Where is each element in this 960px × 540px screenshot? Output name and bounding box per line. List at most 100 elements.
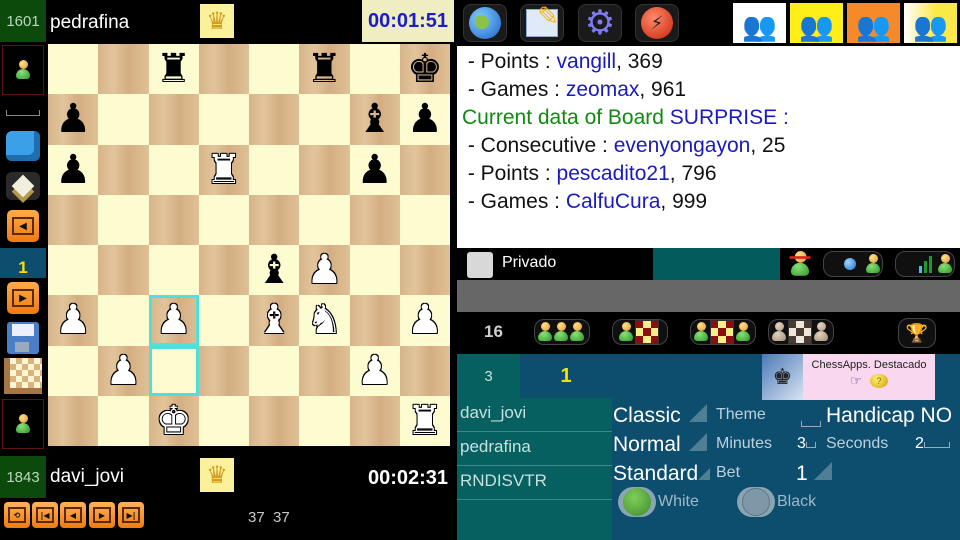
globe-button[interactable] (463, 4, 507, 42)
square-a6[interactable]: ♟ (48, 144, 99, 195)
settings-button[interactable]: ⚙ (578, 4, 622, 42)
square-e8[interactable] (249, 44, 300, 95)
square-g3[interactable] (349, 295, 400, 346)
square-d2[interactable] (198, 345, 249, 396)
square-b5[interactable] (98, 194, 149, 245)
white-king-icon[interactable]: ♚ (156, 401, 192, 441)
square-d3[interactable] (198, 295, 249, 346)
square-g4[interactable] (349, 245, 400, 296)
trophy-button[interactable]: 🏆 (898, 318, 936, 348)
seconds-field[interactable]: 2 (915, 435, 950, 453)
board-setup-button[interactable] (2, 356, 44, 396)
square-h3[interactable]: ♟ (399, 295, 450, 346)
user-stats-button[interactable] (895, 251, 955, 277)
white-pawn-icon[interactable]: ♟ (55, 300, 91, 340)
square-e1[interactable] (249, 395, 300, 446)
square-f3[interactable]: ♞ (299, 295, 350, 346)
player-link[interactable]: pescadito21 (557, 162, 670, 185)
message-bar[interactable] (457, 280, 960, 312)
flip-board-button[interactable]: ⟲ (4, 502, 30, 528)
square-c6[interactable] (148, 144, 199, 195)
white-pawn-icon[interactable]: ♟ (156, 300, 192, 340)
black-pawn-icon[interactable]: ♟ (55, 99, 91, 139)
white-pawn-icon[interactable]: ♟ (407, 300, 443, 340)
room-yellow-button[interactable]: 👥 (790, 3, 843, 43)
square-e2[interactable] (249, 345, 300, 396)
black-radio[interactable]: Black (737, 487, 816, 517)
next-page-button[interactable]: ▶ (2, 278, 44, 318)
tab-tables-count[interactable]: 3 (457, 354, 520, 398)
last-move-button[interactable]: ▶| (118, 502, 144, 528)
previous-move-button[interactable]: ◀ (60, 502, 86, 528)
search-user-button[interactable] (823, 251, 883, 277)
square-g7[interactable]: ♝ (349, 94, 400, 145)
square-h7[interactable]: ♟ (399, 94, 450, 145)
chess-board[interactable]: ♜ ♜ ♚ ♟ ♝ ♟ ♟ ♜ ♟ ♝ ♟ ♟ ♟ ♝ ♞ ♟ ♟ ♟ ♚ ♜ (48, 44, 450, 446)
variant-select[interactable]: Standard (613, 462, 711, 486)
square-g8[interactable] (349, 44, 400, 95)
bet-select[interactable]: 1 (796, 462, 832, 486)
room-white-button[interactable]: 👥 (733, 3, 786, 43)
list-item[interactable]: pedrafina (457, 432, 612, 466)
filter-playing-board-button[interactable] (690, 319, 756, 345)
square-h4[interactable] (399, 245, 450, 296)
blocked-user-button[interactable] (785, 250, 815, 278)
board-3d-button[interactable] (2, 166, 44, 206)
white-rook-icon[interactable]: ♜ (206, 150, 242, 190)
square-d4[interactable] (198, 245, 249, 296)
square-b3[interactable] (98, 295, 149, 346)
square-e5[interactable] (249, 194, 300, 245)
filter-waiting-board-button[interactable] (612, 319, 668, 345)
square-e3[interactable]: ♝ (249, 295, 300, 346)
square-f1[interactable] (299, 395, 350, 446)
square-h1[interactable]: ♜ (399, 395, 450, 446)
square-f6[interactable] (299, 144, 350, 195)
square-b2[interactable]: ♟ (98, 345, 149, 396)
square-c7[interactable] (148, 94, 199, 145)
white-pawn-icon[interactable]: ♟ (357, 351, 393, 391)
top-player-avatar-button[interactable] (2, 44, 44, 96)
square-b7[interactable] (98, 94, 149, 145)
square-h5[interactable] (399, 194, 450, 245)
square-c4[interactable] (148, 245, 199, 296)
room-orange-button[interactable]: 👥 (847, 3, 900, 43)
white-pawn-icon[interactable]: ♟ (105, 351, 141, 391)
square-f7[interactable] (299, 94, 350, 145)
square-h2[interactable] (399, 345, 450, 396)
minutes-field[interactable]: 3 (797, 435, 816, 453)
square-a3[interactable]: ♟ (48, 295, 99, 346)
filter-finished-board-button[interactable] (768, 319, 834, 345)
white-rook-icon[interactable]: ♜ (407, 401, 443, 441)
square-h6[interactable] (399, 144, 450, 195)
square-b1[interactable] (98, 395, 149, 446)
black-bishop-icon[interactable]: ♝ (256, 250, 292, 290)
square-g1[interactable] (349, 395, 400, 446)
square-c3[interactable]: ♟ (148, 295, 199, 346)
bottom-player-avatar-button[interactable] (2, 398, 44, 450)
square-f4[interactable]: ♟ (299, 245, 350, 296)
square-b6[interactable] (98, 144, 149, 195)
list-item[interactable]: RNDISVTR (457, 466, 612, 500)
handicap-select[interactable]: Handicap NO (826, 404, 952, 428)
black-rook-icon[interactable]: ♜ (156, 49, 192, 89)
speed-select[interactable]: Normal (613, 433, 707, 457)
previous-page-button[interactable]: ◀ (2, 206, 44, 246)
square-g6[interactable]: ♟ (349, 144, 400, 195)
square-c5[interactable] (148, 194, 199, 245)
square-f8[interactable]: ♜ (299, 44, 350, 95)
lightning-button[interactable]: ⚡ (635, 4, 679, 42)
square-f2[interactable] (299, 345, 350, 396)
style-select[interactable]: Classic (613, 404, 707, 428)
square-g5[interactable] (349, 194, 400, 245)
theme-field[interactable] (801, 412, 821, 431)
square-a5[interactable] (48, 194, 99, 245)
player-link[interactable]: vangill (557, 50, 617, 73)
black-pawn-icon[interactable]: ♟ (55, 150, 91, 190)
first-move-button[interactable]: |◀ (32, 502, 58, 528)
square-e7[interactable] (249, 94, 300, 145)
notepad-button[interactable] (520, 2, 564, 42)
square-d8[interactable] (198, 44, 249, 95)
save-button[interactable] (2, 318, 44, 358)
black-pawn-icon[interactable]: ♟ (357, 150, 393, 190)
square-f5[interactable] (299, 194, 350, 245)
